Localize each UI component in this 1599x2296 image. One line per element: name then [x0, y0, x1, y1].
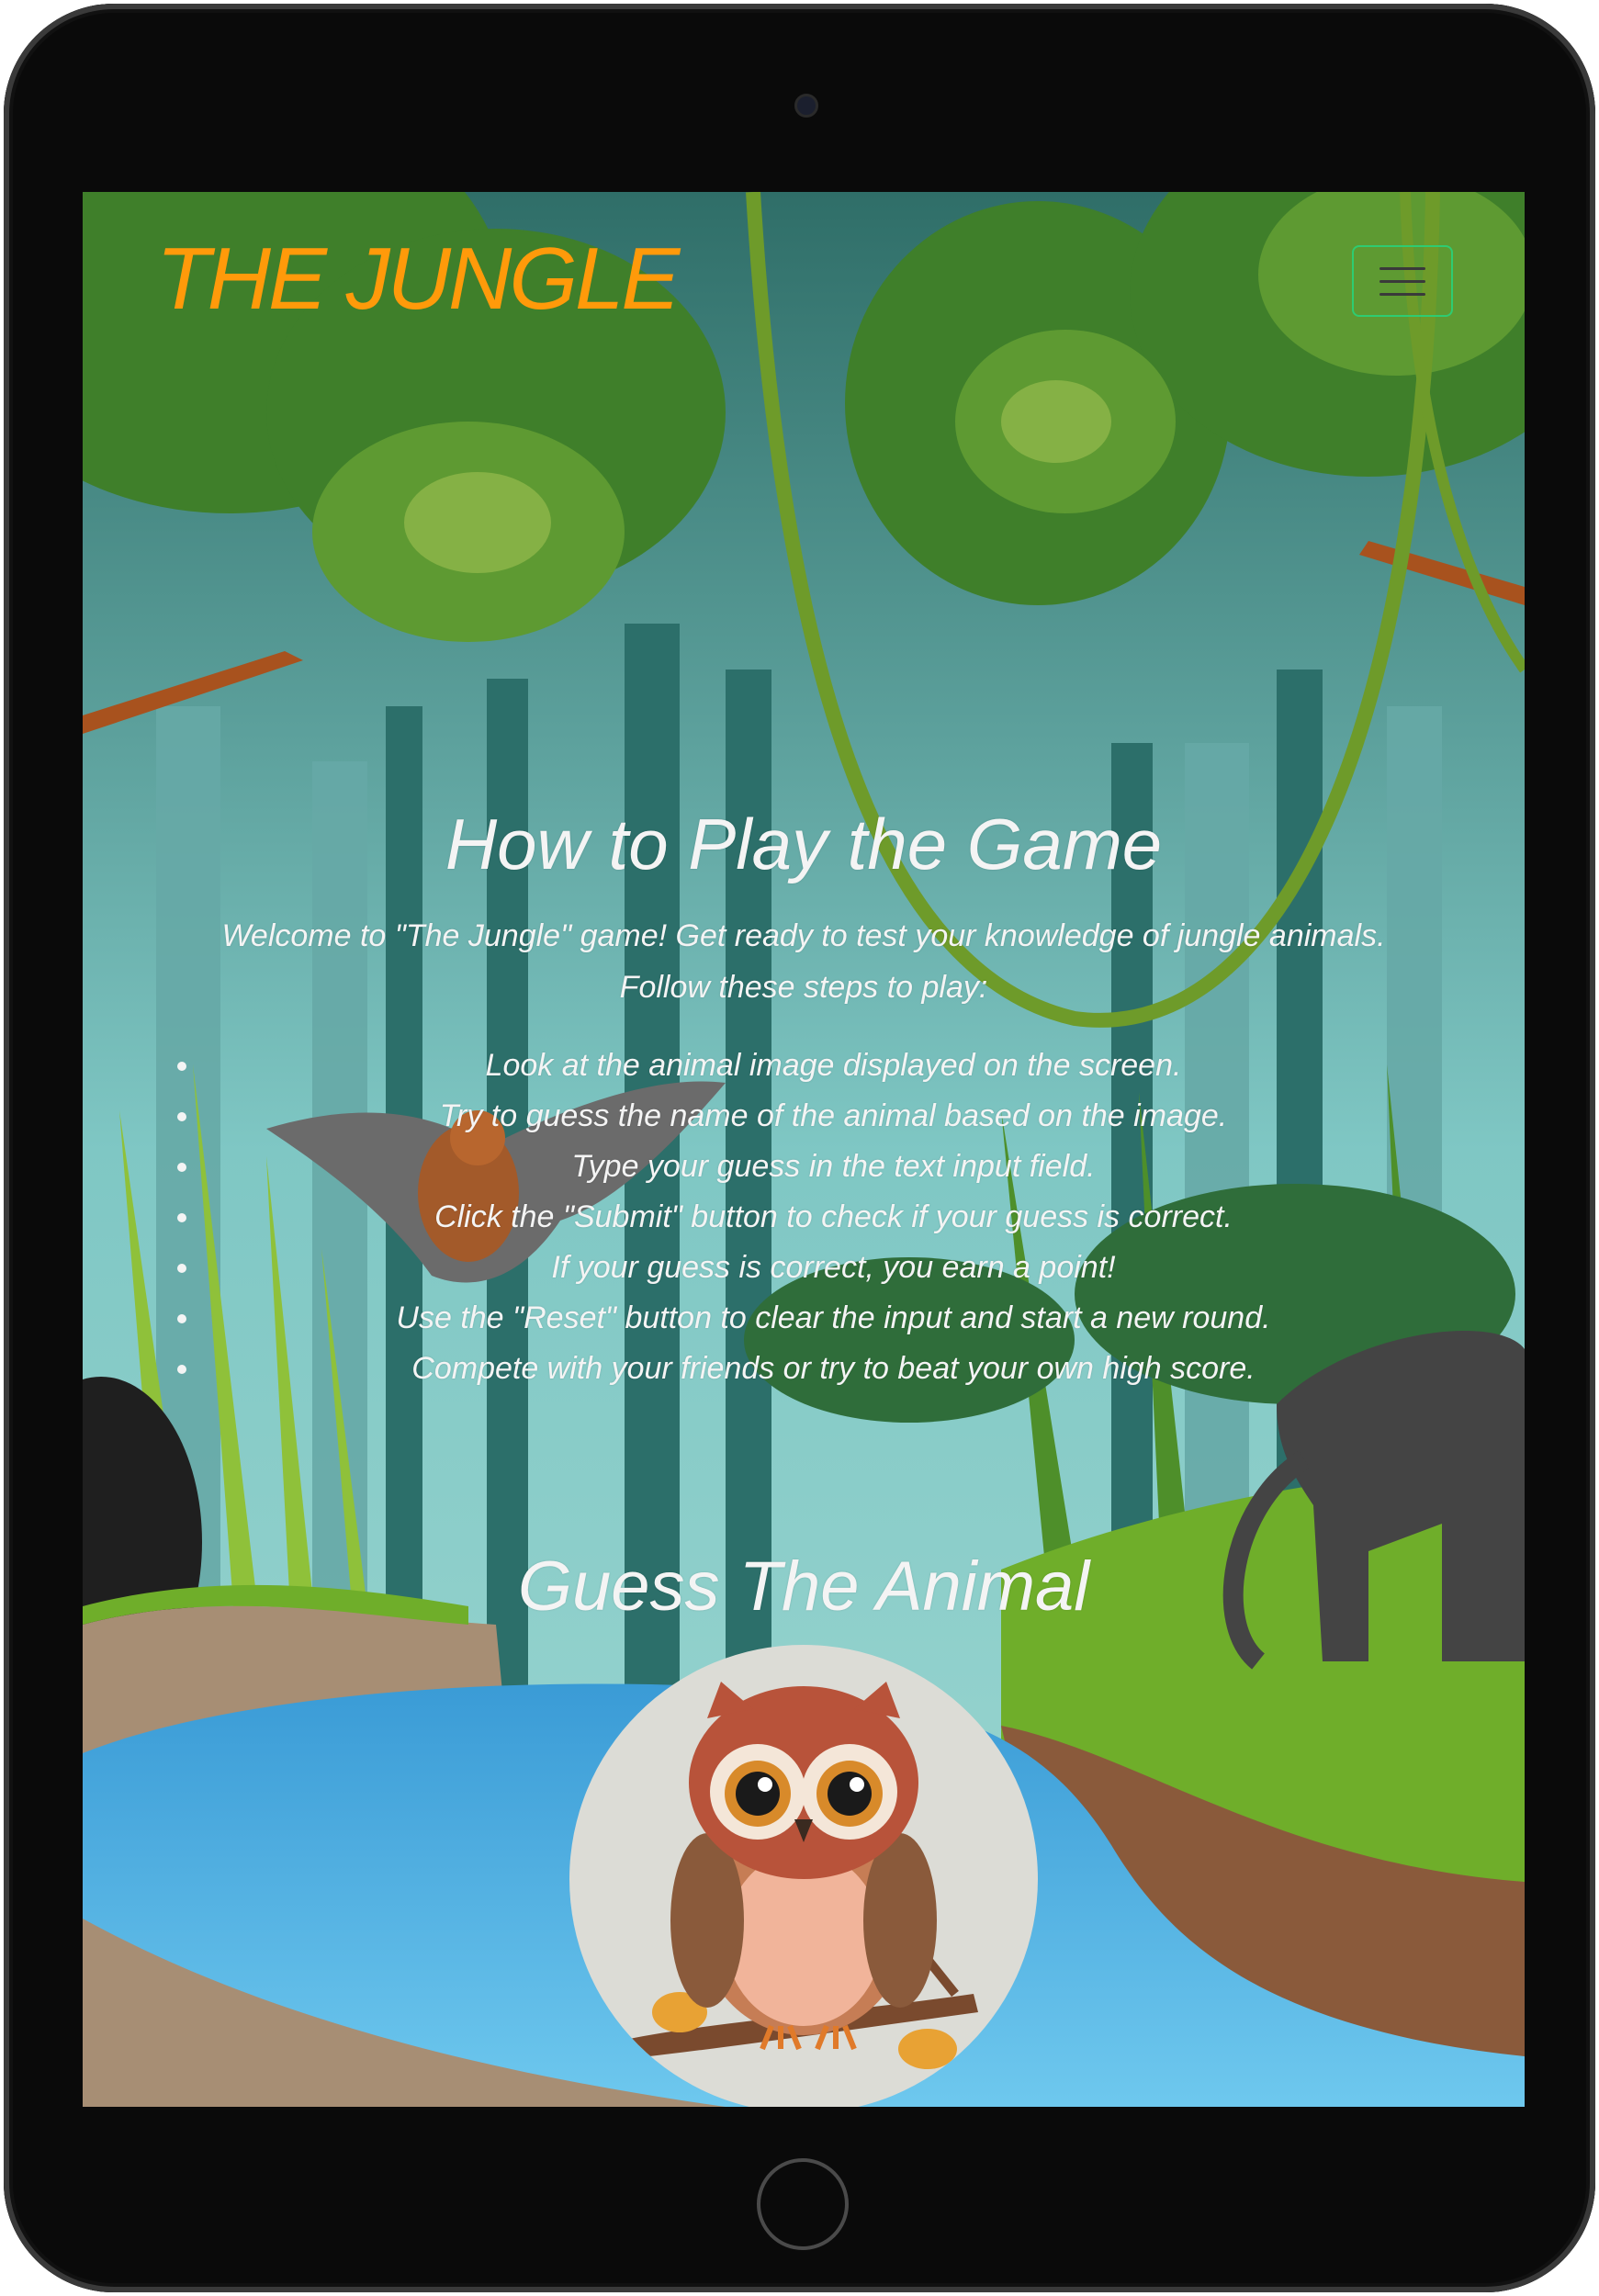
site-logo[interactable]: THE JUNGLE [156, 229, 680, 330]
home-button[interactable] [757, 2158, 849, 2250]
step-item: Compete with your friends or try to beat… [83, 1344, 1525, 1394]
guess-animal-title: Guess The Animal [517, 1548, 1090, 1626]
how-to-play-intro: Welcome to "The Jungle" game! Get ready … [221, 918, 1386, 1005]
how-to-play-steps: Look at the animal image displayed on th… [83, 1041, 1525, 1394]
menu-toggle-button[interactable] [1352, 245, 1453, 317]
how-to-play-title: How to Play the Game [445, 804, 1163, 884]
step-item: Try to guess the name of the animal base… [83, 1091, 1525, 1142]
step-item: If your guess is correct, you earn a poi… [83, 1243, 1525, 1293]
step-item: Click the "Submit" button to check if yo… [83, 1192, 1525, 1243]
owl-illustration [625, 1682, 978, 2069]
step-item: Use the "Reset" button to clear the inpu… [83, 1293, 1525, 1344]
step-item: Type your guess in the text input field. [83, 1142, 1525, 1192]
hamburger-icon [1379, 266, 1425, 270]
site-header: THE JUNGLE [83, 192, 1525, 376]
screen: THE JUNGLE How to Play the Game Welcome … [83, 192, 1525, 2107]
tablet-frame: THE JUNGLE How to Play the Game Welcome … [4, 4, 1595, 2292]
step-item: Look at the animal image displayed on th… [83, 1041, 1525, 1091]
camera-icon [794, 94, 818, 118]
hamburger-icon-bar-3 [1379, 292, 1425, 296]
hamburger-icon-bar-2 [1379, 279, 1425, 283]
animal-image [569, 1645, 1038, 2107]
